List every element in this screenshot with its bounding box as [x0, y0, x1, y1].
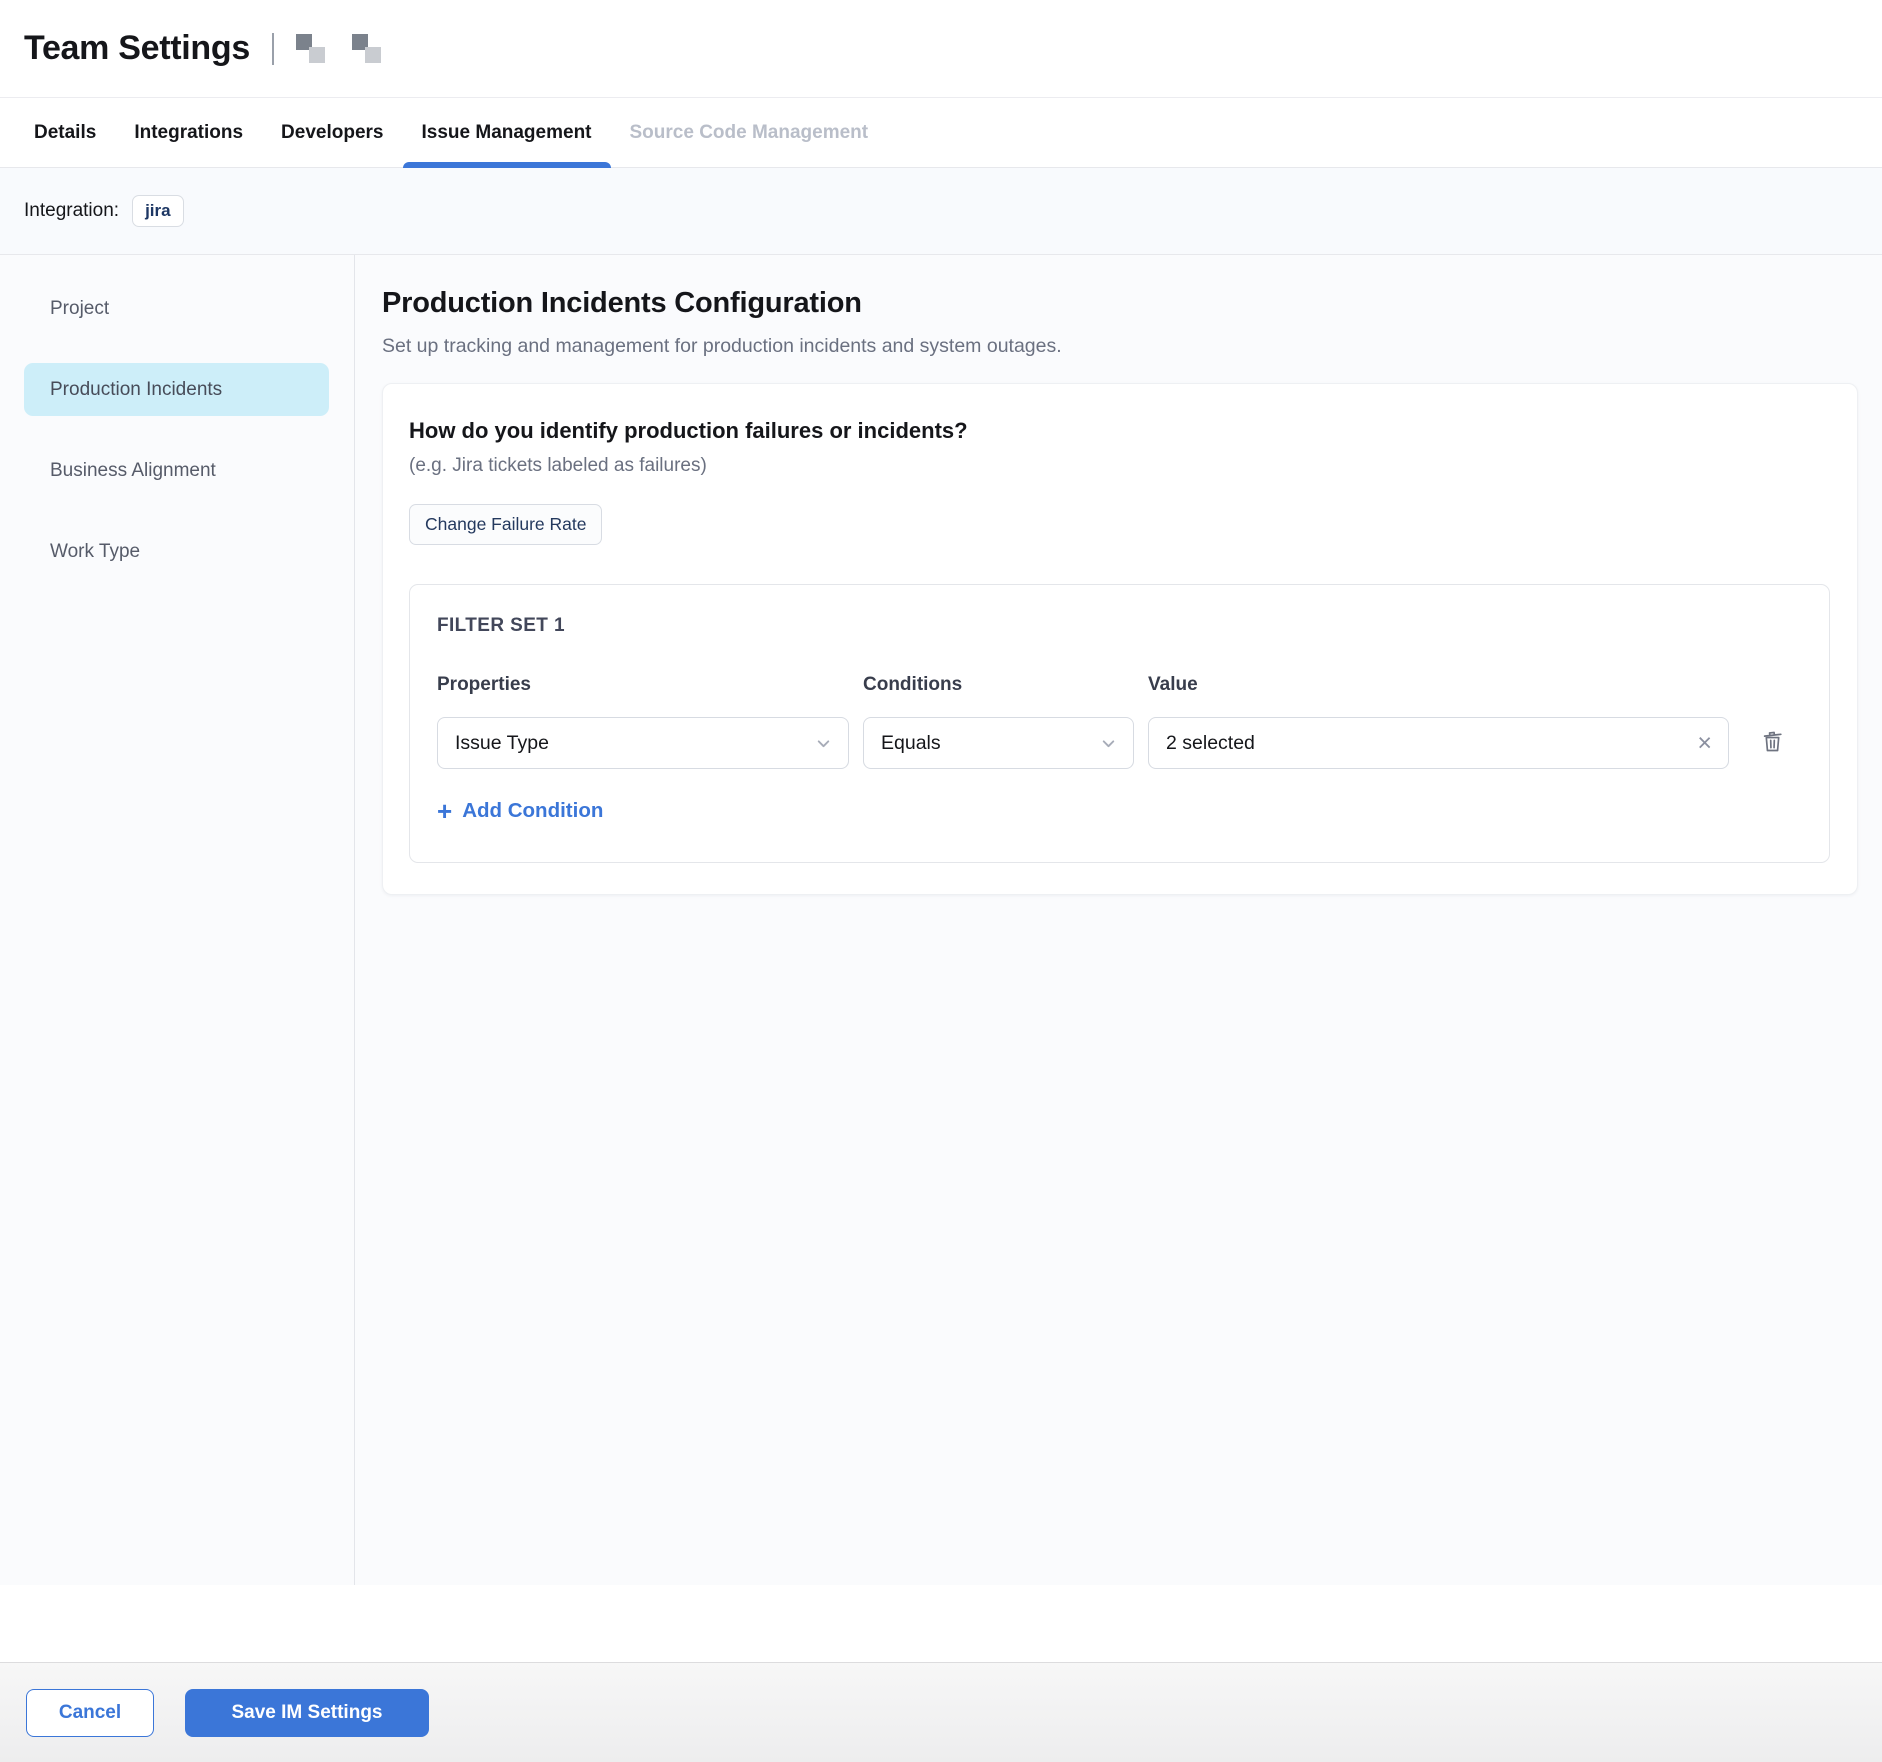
- integration-row: Integration: jira: [0, 168, 1882, 255]
- main-panel: Production Incidents Configuration Set u…: [355, 255, 1882, 1585]
- clear-selection-icon[interactable]: ×: [1697, 731, 1712, 756]
- save-im-settings-button[interactable]: Save IM Settings: [185, 1689, 429, 1737]
- sidebar-item-project[interactable]: Project: [24, 282, 329, 335]
- plus-icon: +: [437, 798, 452, 824]
- column-header-value: Value: [1148, 674, 1729, 696]
- delete-condition-button[interactable]: [1759, 728, 1786, 758]
- tab-developers[interactable]: Developers: [262, 98, 402, 167]
- chevron-down-icon: [1100, 735, 1117, 752]
- condition-select[interactable]: Equals: [863, 717, 1134, 769]
- filter-set-title: FILTER SET 1: [437, 615, 1802, 637]
- tab-integrations[interactable]: Integrations: [115, 98, 262, 167]
- sidebar-item-production-incidents[interactable]: Production Incidents: [24, 363, 329, 416]
- content-area: Project Production Incidents Business Al…: [0, 255, 1882, 1585]
- add-condition-button[interactable]: + Add Condition: [437, 798, 603, 824]
- identify-question: How do you identify production failures …: [409, 418, 1830, 444]
- identify-hint: (e.g. Jira tickets labeled as failures): [409, 455, 1830, 477]
- chevron-down-icon: [815, 735, 832, 752]
- change-failure-rate-button[interactable]: Change Failure Rate: [409, 504, 602, 545]
- integration-label: Integration:: [24, 200, 119, 222]
- property-select-value: Issue Type: [455, 732, 549, 755]
- tab-issue-management[interactable]: Issue Management: [403, 98, 611, 167]
- value-selected-count: 2 selected: [1166, 732, 1255, 755]
- integration-badge: jira: [132, 195, 184, 227]
- column-header-properties: Properties: [437, 674, 849, 696]
- trash-icon: [1759, 728, 1786, 758]
- property-select[interactable]: Issue Type: [437, 717, 849, 769]
- column-header-conditions: Conditions: [863, 674, 1134, 696]
- incidents-config-card: How do you identify production failures …: [382, 383, 1858, 895]
- sidebar-item-work-type[interactable]: Work Type: [24, 525, 329, 578]
- cancel-button[interactable]: Cancel: [26, 1689, 154, 1737]
- action-footer: Cancel Save IM Settings: [0, 1662, 1882, 1762]
- settings-tabbar: Details Integrations Developers Issue Ma…: [0, 98, 1882, 168]
- footer-spacer: [0, 1585, 1882, 1662]
- condition-select-value: Equals: [881, 732, 941, 755]
- filter-condition-row: Issue Type Equals 2 selected ×: [437, 717, 1802, 769]
- placeholder-image-icon: [296, 34, 326, 64]
- filter-column-headers: Properties Conditions Value: [437, 674, 1802, 696]
- settings-sidebar: Project Production Incidents Business Al…: [0, 255, 355, 1585]
- filter-set-panel: FILTER SET 1 Properties Conditions Value…: [409, 584, 1830, 863]
- add-condition-label: Add Condition: [462, 799, 603, 823]
- tab-details[interactable]: Details: [15, 98, 115, 167]
- section-title: Production Incidents Configuration: [382, 287, 1858, 320]
- tab-source-code-management: Source Code Management: [611, 98, 888, 167]
- placeholder-image-icon: [352, 34, 382, 64]
- sidebar-item-business-alignment[interactable]: Business Alignment: [24, 444, 329, 497]
- page-title: Team Settings: [24, 29, 250, 68]
- app-header: Team Settings: [0, 0, 1882, 98]
- value-multiselect[interactable]: 2 selected ×: [1148, 717, 1729, 769]
- title-divider: [272, 33, 274, 65]
- section-subtitle: Set up tracking and management for produ…: [382, 335, 1858, 358]
